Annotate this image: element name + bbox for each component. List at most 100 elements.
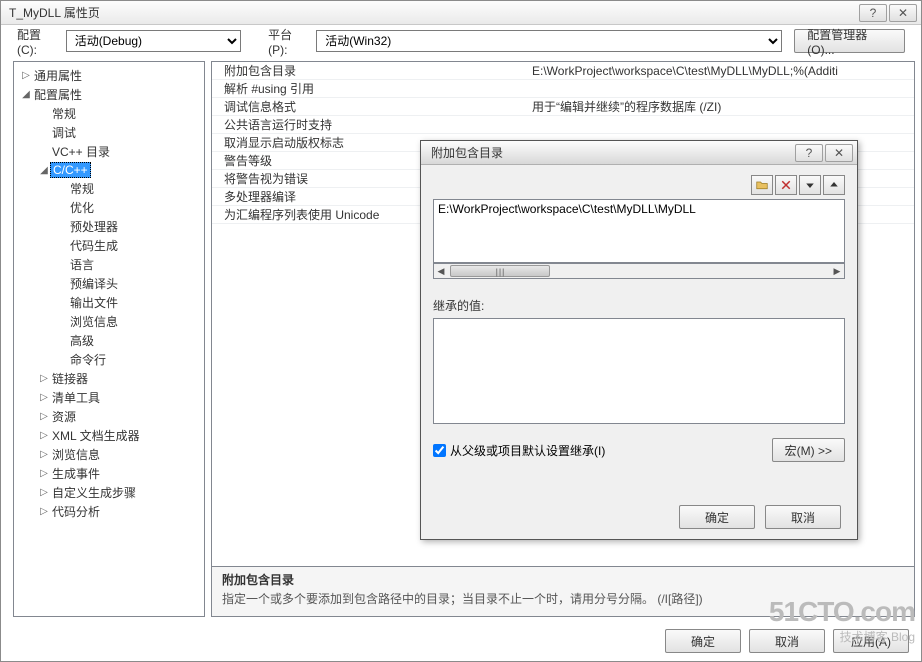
tree-toggle-icon[interactable]: ▷ [38,430,50,441]
tree-item[interactable]: 输出文件 [14,293,204,312]
delete-button[interactable] [775,175,797,195]
tree-item-label: 链接器 [50,370,90,387]
tree-item[interactable]: ▷清单工具 [14,388,204,407]
property-name: 公共语言运行时支持 [212,116,522,133]
tree-item-label: 代码分析 [50,503,102,520]
move-down-button[interactable] [799,175,821,195]
property-value[interactable]: E:\WorkProject\workspace\C\test\MyDLL\My… [522,64,914,78]
tree-toggle-icon[interactable]: ▷ [38,392,50,403]
tree-item[interactable]: 预处理器 [14,217,204,236]
tree-item[interactable]: 高级 [14,331,204,350]
tree-item[interactable]: ▷生成事件 [14,464,204,483]
tree-item-label: 语言 [68,256,96,273]
dialog-ok-button[interactable]: 确定 [679,505,755,529]
tree-toggle-icon[interactable]: ▷ [38,487,50,498]
config-toolbar: 配置(C): 活动(Debug) 平台(P): 活动(Win32) 配置管理器(… [1,25,921,57]
tree-toggle-icon[interactable]: ▷ [38,506,50,517]
ok-button[interactable]: 确定 [665,629,741,653]
property-row[interactable]: 调试信息格式用于“编辑并继续”的程序数据库 (/ZI) [212,98,914,116]
cancel-button[interactable]: 取消 [749,629,825,653]
property-name: 解析 #using 引用 [212,80,522,97]
tree-toggle-icon[interactable]: ▷ [38,373,50,384]
tree-item[interactable]: 常规 [14,179,204,198]
tree-item[interactable]: 调试 [14,123,204,142]
help-icon: ? [806,146,813,160]
tree-item[interactable]: 语言 [14,255,204,274]
new-folder-button[interactable] [751,175,773,195]
tree-item-label: 预编译头 [68,275,120,292]
dialog-close-button[interactable]: ✕ [825,144,853,162]
apply-button[interactable]: 应用(A) [833,629,909,653]
scroll-thumb[interactable]: III [450,265,550,277]
tree-item-label: 资源 [50,408,78,425]
tree-item-label: 自定义生成步骤 [50,484,138,501]
platform-combo[interactable]: 活动(Win32) [316,30,782,52]
tree-item[interactable]: 命令行 [14,350,204,369]
inherit-row: 从父级或项目默认设置继承(I) 宏(M) >> [433,438,845,462]
property-row[interactable]: 公共语言运行时支持 [212,116,914,134]
tree-item[interactable]: 优化 [14,198,204,217]
close-icon: ✕ [834,146,844,160]
tree-item[interactable]: ◢C/C++ [14,161,204,179]
directory-list[interactable]: E:\WorkProject\workspace\C\test\MyDLL\My… [433,199,845,263]
dialog-cancel-button[interactable]: 取消 [765,505,841,529]
tree-item[interactable]: 代码生成 [14,236,204,255]
dialog-help-button[interactable]: ? [795,144,823,162]
tree-item[interactable]: 浏览信息 [14,312,204,331]
property-row[interactable]: 附加包含目录E:\WorkProject\workspace\C\test\My… [212,62,914,80]
property-name: 附加包含目录 [212,62,522,79]
inherit-checkbox[interactable] [433,444,446,457]
tree-item[interactable]: ▷浏览信息 [14,445,204,464]
close-icon: ✕ [898,6,908,20]
tree-item-label: 生成事件 [50,465,102,482]
tree-toggle-icon[interactable]: ▷ [20,70,32,81]
macro-button[interactable]: 宏(M) >> [772,438,845,462]
help-button[interactable]: ? [859,4,887,22]
tree-item[interactable]: ▷自定义生成步骤 [14,483,204,502]
tree-item-label: 浏览信息 [50,446,102,463]
tree-item-label: 输出文件 [68,294,120,311]
tree-toggle-icon[interactable]: ▷ [38,449,50,460]
platform-label: 平台(P): [268,26,310,57]
inherited-values-label: 继承的值: [433,297,845,314]
config-manager-button[interactable]: 配置管理器(O)... [794,29,905,53]
property-value[interactable]: 用于“编辑并继续”的程序数据库 (/ZI) [522,98,914,115]
tree-item[interactable]: ▷链接器 [14,369,204,388]
bottom-buttons: 确定 取消 应用(A) [1,621,921,661]
tree-item[interactable]: ▷XML 文档生成器 [14,426,204,445]
tree-item-label: 优化 [68,199,96,216]
tree-item[interactable]: ▷通用属性 [14,66,204,85]
tree-item[interactable]: ◢配置属性 [14,85,204,104]
folder-icon [756,179,768,191]
close-button[interactable]: ✕ [889,4,917,22]
description-text: 指定一个或多个要添加到包含路径中的目录；当目录不止一个时，请用分号分隔。 (/I… [222,590,904,607]
property-row[interactable]: 解析 #using 引用 [212,80,914,98]
scroll-left-icon[interactable]: ◀ [434,264,448,278]
arrow-down-icon [804,179,816,191]
tree-toggle-icon[interactable]: ◢ [20,89,32,100]
tree-panel[interactable]: ▷通用属性◢配置属性常规调试VC++ 目录◢C/C++常规优化预处理器代码生成语… [13,61,205,617]
dir-toolbar [433,175,845,195]
directory-entry[interactable]: E:\WorkProject\workspace\C\test\MyDLL\My… [438,202,840,216]
tree-toggle-icon[interactable]: ◢ [38,165,50,176]
horizontal-scrollbar[interactable]: ◀ III ▶ [433,263,845,279]
tree-toggle-icon[interactable]: ▷ [38,411,50,422]
tree-item[interactable]: 常规 [14,104,204,123]
additional-include-dialog: 附加包含目录 ? ✕ E:\WorkProject\workspace\C\te… [420,140,858,540]
tree-item-label: VC++ 目录 [50,143,112,160]
tree-item[interactable]: 预编译头 [14,274,204,293]
tree-item[interactable]: ▷资源 [14,407,204,426]
tree-item[interactable]: ▷代码分析 [14,502,204,521]
tree-item-label: 高级 [68,332,96,349]
move-up-button[interactable] [823,175,845,195]
tree-toggle-icon[interactable]: ▷ [38,468,50,479]
config-combo[interactable]: 活动(Debug) [66,30,241,52]
scroll-right-icon[interactable]: ▶ [830,264,844,278]
inherited-values-list[interactable] [433,318,845,424]
description-title: 附加包含目录 [222,571,904,588]
dialog-title: 附加包含目录 [425,144,793,161]
tree-item[interactable]: VC++ 目录 [14,142,204,161]
tree-item-label: 常规 [50,105,78,122]
arrow-up-icon [828,179,840,191]
tree-item-label: 浏览信息 [68,313,120,330]
